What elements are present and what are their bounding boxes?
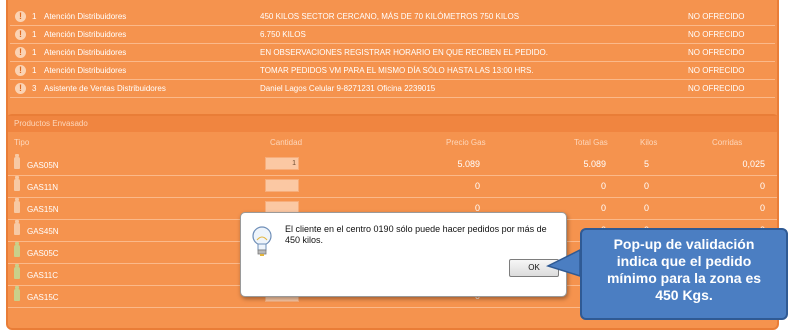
- observation-count: 1: [32, 66, 37, 75]
- observation-status: NO OFRECIDO: [688, 48, 745, 57]
- column-header-tipo: Tipo: [14, 138, 30, 147]
- warning-icon: !: [15, 11, 26, 22]
- observation-message: EN OBSERVACIONES REGISTRAR HORARIO EN QU…: [260, 48, 548, 57]
- quantity-input[interactable]: [265, 179, 299, 192]
- product-code: GAS11C: [27, 271, 58, 280]
- product-code: GAS15N: [27, 205, 59, 214]
- validation-dialog: El cliente en el centro 0190 sólo puede …: [240, 212, 567, 297]
- observation-row: ! 3 Asistente de Ventas Distribuidores D…: [10, 80, 775, 98]
- kilos-value: 0: [643, 181, 649, 191]
- corridas-value: 0: [759, 203, 765, 213]
- observation-status: NO OFRECIDO: [688, 30, 745, 39]
- kilos-value: 5: [643, 159, 649, 169]
- callout-line: 450 Kgs.: [655, 287, 713, 303]
- column-header-kilos: Kilos: [640, 138, 658, 147]
- observation-status: NO OFRECIDO: [688, 84, 745, 93]
- column-header-corridas: Corridas: [712, 138, 743, 147]
- observation-message: 450 KILOS SECTOR CERCANO, MÁS DE 70 KILÓ…: [260, 12, 520, 21]
- observation-message: 6.750 KILOS: [260, 30, 306, 39]
- gas-cylinder-icon: [14, 286, 20, 301]
- observation-count: 1: [32, 12, 37, 21]
- product-code: GAS11N: [27, 183, 58, 192]
- observation-status: NO OFRECIDO: [688, 66, 745, 75]
- price-value: 0: [474, 181, 480, 191]
- dialog-message: El cliente en el centro 0190 sólo puede …: [285, 224, 547, 245]
- observation-count: 1: [32, 48, 37, 57]
- gas-cylinder-icon: [14, 242, 20, 257]
- total-value: 0: [600, 181, 606, 191]
- products-panel-title: Productos Envasado: [8, 116, 777, 132]
- observation-row: ! 1 Atención Distribuidores 6.750 KILOS …: [10, 26, 775, 44]
- total-value: 5.089: [583, 159, 606, 169]
- callout-line: Pop-up de validación: [613, 236, 755, 252]
- observation-message: TOMAR PEDIDOS VM PARA EL MISMO DÍA SÓLO …: [260, 66, 534, 75]
- column-header-precio: Precio Gas: [446, 138, 486, 147]
- observation-source: Atención Distribuidores: [44, 30, 127, 39]
- price-value: 5.089: [457, 159, 480, 169]
- product-code: GAS05N: [27, 161, 59, 170]
- observation-source: Atención Distribuidores: [44, 48, 127, 57]
- corridas-value: 0: [759, 181, 765, 191]
- observation-source: Atención Distribuidores: [44, 66, 127, 75]
- callout-line: indica que el pedido: [616, 253, 752, 269]
- observation-status: NO OFRECIDO: [688, 12, 745, 21]
- observation-count: 1: [32, 30, 37, 39]
- kilos-value: 0: [643, 203, 649, 213]
- product-code: GAS15C: [27, 293, 59, 302]
- observations-panel: ! 1 Atención Distribuidores 450 KILOS SE…: [6, 0, 779, 129]
- product-row: GAS05N 1 5.089 5.089 5 0,025: [8, 154, 777, 176]
- warning-icon: !: [15, 83, 26, 94]
- observation-row: ! 1 Atención Distribuidores 450 KILOS SE…: [10, 8, 775, 26]
- observation-row: ! 1 Atención Distribuidores EN OBSERVACI…: [10, 44, 775, 62]
- corridas-value: 0,025: [742, 159, 765, 169]
- product-code: GAS45N: [27, 227, 59, 236]
- column-header-total: Total Gas: [574, 138, 608, 147]
- callout-line: mínimo para la zona es: [606, 270, 762, 286]
- product-code: GAS05C: [27, 249, 59, 258]
- column-header-cantidad: Cantidad: [270, 138, 303, 147]
- observation-row: ! 1 Atención Distribuidores TOMAR PEDIDO…: [10, 62, 775, 80]
- total-value: 0: [600, 203, 606, 213]
- warning-icon: !: [15, 65, 26, 76]
- annotation-callout: Pop-up de validación indica que el pedid…: [580, 228, 788, 320]
- observation-count: 3: [32, 84, 37, 93]
- warning-icon: !: [15, 47, 26, 58]
- gas-cylinder-icon: [14, 264, 20, 279]
- gas-cylinder-icon: [14, 176, 20, 191]
- observation-source: Asistente de Ventas Distribuidores: [44, 84, 166, 93]
- observation-source: Atención Distribuidores: [44, 12, 127, 21]
- observation-message: Daniel Lagos Celular 9-8271231 Oficina 2…: [260, 84, 436, 93]
- warning-icon: !: [15, 29, 26, 40]
- quantity-input[interactable]: 1: [265, 157, 299, 170]
- products-column-headers: Tipo Cantidad Precio Gas Total Gas Kilos…: [8, 136, 777, 150]
- product-row: GAS11N 0 0 0 0: [8, 176, 777, 198]
- ok-button[interactable]: OK: [509, 259, 559, 277]
- gas-cylinder-icon: [14, 154, 20, 169]
- lightbulb-icon: [252, 226, 272, 256]
- gas-cylinder-icon: [14, 198, 20, 213]
- gas-cylinder-icon: [14, 220, 20, 235]
